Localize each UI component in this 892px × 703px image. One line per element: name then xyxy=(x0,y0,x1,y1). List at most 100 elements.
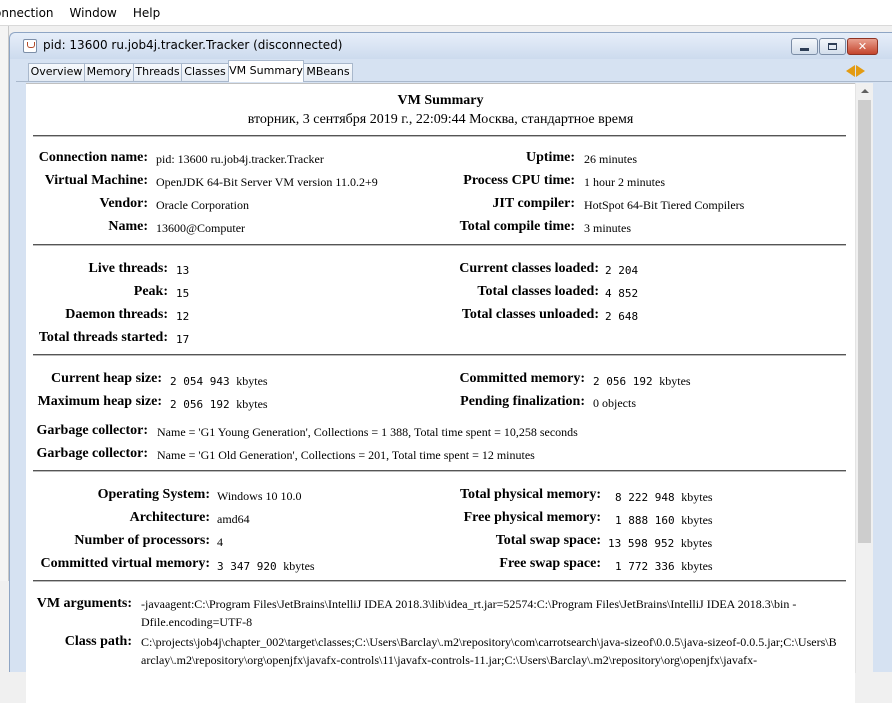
outer-window-edge xyxy=(0,26,9,581)
peak-value: 15 xyxy=(176,287,190,300)
free-physical-memory-number: 1 888 160 xyxy=(615,514,675,527)
unit-label: kbytes xyxy=(283,559,315,573)
arrow-left-icon[interactable] xyxy=(846,65,855,77)
committed-virtual-memory-number: 3 347 920 xyxy=(217,560,277,573)
free-physical-memory-label: Free physical memory: xyxy=(463,510,601,525)
architecture-label: Architecture: xyxy=(129,510,210,525)
minimize-button[interactable] xyxy=(791,38,818,55)
vertical-scrollbar[interactable] xyxy=(855,83,873,673)
number-of-processors-value: 4 xyxy=(217,535,223,549)
vm-arguments-value: -javaagent:C:\Program Files\JetBrains\In… xyxy=(141,597,797,629)
vendor-value: Oracle Corporation xyxy=(156,198,249,212)
live-threads-label: Live threads: xyxy=(88,261,168,276)
daemon-threads-value: 12 xyxy=(176,310,190,323)
total-physical-memory-value: 8 222 948 kbytes xyxy=(615,490,713,505)
jit-compiler-label: JIT compiler: xyxy=(492,196,575,211)
scroll-up-arrow-icon[interactable] xyxy=(861,89,869,93)
total-classes-unloaded-value: 2 648 xyxy=(605,310,639,323)
maximum-heap-size-value: 2 056 192 kbytes xyxy=(170,397,268,412)
virtual-machine-label: Virtual Machine: xyxy=(44,173,148,188)
close-icon: ✕ xyxy=(857,40,868,53)
current-classes-loaded-label: Current classes loaded: xyxy=(459,261,599,276)
committed-virtual-memory-label: Committed virtual memory: xyxy=(40,556,210,571)
total-classes-unloaded-label: Total classes unloaded: xyxy=(461,307,599,322)
peak-label: Peak: xyxy=(133,284,168,299)
uptime-value: 26 minutes xyxy=(584,152,637,166)
tab-vm-summary[interactable]: VM Summary xyxy=(228,60,304,82)
tab-navigation[interactable] xyxy=(846,64,870,78)
free-swap-space-label: Free swap space: xyxy=(499,556,601,571)
committed-memory-value: 2 056 192 kbytes xyxy=(593,374,691,389)
free-swap-space-number: 1 772 336 xyxy=(615,560,675,573)
architecture-value: amd64 xyxy=(217,512,250,526)
tab-threads[interactable]: Threads xyxy=(133,63,182,81)
garbage-collector-value: Name = 'G1 Young Generation', Collection… xyxy=(157,425,578,439)
number-of-processors-label: Number of processors: xyxy=(74,533,210,548)
maximize-button[interactable] xyxy=(819,38,846,55)
unit-label: kbytes xyxy=(681,513,713,527)
tab-mbeans[interactable]: MBeans xyxy=(303,63,353,81)
current-heap-size-label: Current heap size: xyxy=(51,371,162,386)
committed-memory-label: Committed memory: xyxy=(459,371,585,386)
process-cpu-time-value: 1 hour 2 minutes xyxy=(584,175,665,189)
summary-title: VM Summary xyxy=(397,93,484,108)
unit-label: kbytes xyxy=(236,374,268,388)
unit-label: kbytes xyxy=(681,490,713,504)
operating-system-value: Windows 10 10.0 xyxy=(217,489,302,503)
total-physical-memory-number: 8 222 948 xyxy=(615,491,675,504)
minimize-icon xyxy=(800,48,809,51)
garbage-collector-value: Name = 'G1 Old Generation', Collections … xyxy=(157,448,535,462)
unit-label: kbytes xyxy=(680,536,713,550)
total-classes-loaded-label: Total classes loaded: xyxy=(477,284,599,299)
separator xyxy=(33,354,846,356)
summary-datetime: вторник, 3 сентября 2019 г., 22:09:44 Мо… xyxy=(247,112,634,127)
process-cpu-time-label: Process CPU time: xyxy=(463,173,575,188)
java-icon xyxy=(23,39,37,53)
unit-label: kbytes xyxy=(659,374,691,388)
operating-system-label: Operating System: xyxy=(97,487,210,502)
close-button[interactable]: ✕ xyxy=(847,38,878,55)
title-bar[interactable]: pid: 13600 ru.job4j.tracker.Tracker (dis… xyxy=(10,33,892,59)
tab-overview[interactable]: Overview xyxy=(28,63,85,81)
total-compile-time-label: Total compile time: xyxy=(459,219,575,234)
maximize-icon xyxy=(828,43,837,50)
uptime-label: Uptime: xyxy=(526,150,575,165)
total-threads-started-label: Total threads started: xyxy=(38,330,168,345)
total-physical-memory-label: Total physical memory: xyxy=(459,487,601,502)
committed-memory-number: 2 056 192 xyxy=(593,375,653,388)
tab-bar: Overview Memory Threads Classes VM Summa… xyxy=(16,60,892,82)
vendor-label: Vendor: xyxy=(99,196,149,211)
menubar: onnection Window Help xyxy=(0,0,892,26)
separator xyxy=(33,135,846,137)
total-swap-space-label: Total swap space: xyxy=(495,533,601,548)
pending-finalization-value: 0 objects xyxy=(593,396,636,410)
separator xyxy=(33,470,846,472)
committed-virtual-memory-value: 3 347 920 kbytes xyxy=(217,559,315,574)
current-heap-size-value: 2 054 943 kbytes xyxy=(170,374,268,389)
menu-window[interactable]: Window xyxy=(62,0,125,26)
maximum-heap-size-number: 2 056 192 xyxy=(170,398,230,411)
tab-classes[interactable]: Classes xyxy=(181,63,229,81)
arrow-right-icon[interactable] xyxy=(856,65,865,77)
free-physical-memory-value: 1 888 160 kbytes xyxy=(615,513,713,528)
live-threads-value: 13 xyxy=(176,264,190,277)
separator xyxy=(33,244,846,246)
pending-finalization-label: Pending finalization: xyxy=(460,394,585,409)
current-heap-size-number: 2 054 943 xyxy=(170,375,230,388)
separator xyxy=(33,580,846,582)
virtual-machine-value: OpenJDK 64-Bit Server VM version 11.0.2+… xyxy=(156,175,378,189)
current-classes-loaded-value: 2 204 xyxy=(605,264,639,277)
scroll-thumb[interactable] xyxy=(858,100,871,543)
tab-memory[interactable]: Memory xyxy=(84,63,134,81)
daemon-threads-label: Daemon threads: xyxy=(65,307,168,322)
vm-arguments-label: VM arguments: xyxy=(36,596,132,611)
garbage-collector-label: Garbage collector: xyxy=(36,423,148,438)
menu-help[interactable]: Help xyxy=(125,0,168,26)
class-path-value: C:\projects\job4j\chapter_002\target\cla… xyxy=(141,635,837,667)
tab-baseline xyxy=(16,81,892,82)
total-swap-space-value: 13 598 952 kbytes xyxy=(608,536,712,551)
menu-connection[interactable]: onnection xyxy=(0,0,62,26)
total-classes-loaded-value: 4 852 xyxy=(605,287,639,300)
maximum-heap-size-label: Maximum heap size: xyxy=(37,394,162,409)
connection-name-label: Connection name: xyxy=(38,150,148,165)
